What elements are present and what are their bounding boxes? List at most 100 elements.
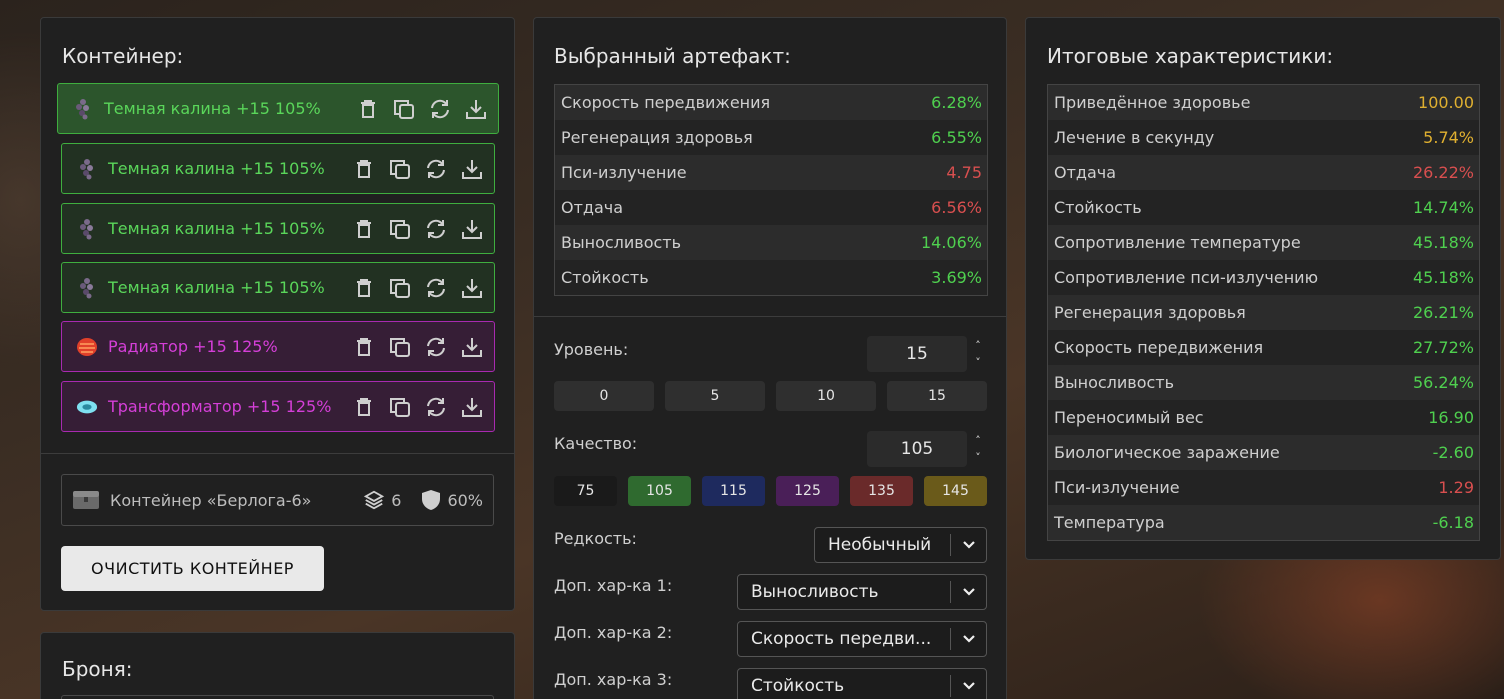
refresh-icon[interactable] bbox=[428, 97, 452, 121]
container-chest-icon bbox=[72, 489, 100, 511]
stat-row: Переносимый вес 16.90 bbox=[1048, 400, 1479, 435]
container-item-name: Трансформатор +15 125% bbox=[108, 397, 332, 416]
stat-label: Сопротивление температуре bbox=[1054, 233, 1301, 252]
stat-label: Температура bbox=[1054, 513, 1165, 532]
quality-input[interactable]: 105 bbox=[867, 431, 967, 467]
extra3-select[interactable]: Стойкость bbox=[737, 668, 987, 699]
stat-label: Выносливость bbox=[561, 233, 682, 252]
stat-row: Сопротивление пси-излучению 45.18% bbox=[1048, 260, 1479, 295]
extra2-select[interactable]: Скорость передви... bbox=[737, 621, 987, 657]
chevron-down-icon[interactable] bbox=[950, 534, 986, 556]
level-preset-button[interactable]: 15 bbox=[887, 381, 987, 411]
chevron-down-icon[interactable]: ˅ bbox=[975, 356, 981, 369]
quality-preset-button[interactable]: 135 bbox=[850, 476, 913, 506]
container-selector[interactable]: Контейнер «Берлога-6» 6 60% bbox=[61, 474, 494, 526]
container-item[interactable]: Темная калина +15 105% bbox=[61, 203, 495, 254]
download-icon[interactable] bbox=[460, 217, 484, 241]
refresh-icon[interactable] bbox=[424, 157, 448, 181]
chevron-down-icon[interactable] bbox=[950, 581, 986, 603]
item-actions bbox=[356, 97, 488, 121]
container-item[interactable]: Радиатор +15 125% bbox=[61, 321, 495, 372]
stat-row: Скорость передвижения 6.28% bbox=[555, 85, 987, 120]
stat-value: 3.69% bbox=[931, 268, 982, 287]
clear-container-button[interactable]: ОЧИСТИТЬ КОНТЕЙНЕР bbox=[61, 546, 324, 591]
copy-icon[interactable] bbox=[388, 217, 412, 241]
stat-label: Отдача bbox=[561, 198, 624, 217]
stat-label: Сопротивление пси-излучению bbox=[1054, 268, 1319, 287]
container-item[interactable]: Темная калина +15 105% bbox=[61, 143, 495, 194]
extra1-select[interactable]: Выносливость bbox=[737, 574, 987, 610]
chevron-down-icon[interactable]: ˅ bbox=[975, 451, 981, 464]
chevron-down-icon[interactable] bbox=[950, 675, 986, 697]
chevron-up-icon[interactable]: ˄ bbox=[975, 434, 981, 447]
refresh-icon[interactable] bbox=[424, 395, 448, 419]
container-item[interactable]: Темная калина +15 105% bbox=[61, 262, 495, 313]
quality-preset-button[interactable]: 105 bbox=[628, 476, 691, 506]
quality-preset-button[interactable]: 125 bbox=[776, 476, 839, 506]
quality-preset-button[interactable]: 75 bbox=[554, 476, 617, 506]
container-item-name: Темная калина +15 105% bbox=[108, 159, 325, 178]
chevron-down-icon[interactable] bbox=[950, 628, 986, 650]
stat-row: Выносливость 14.06% bbox=[555, 225, 987, 260]
container-item[interactable]: Трансформатор +15 125% bbox=[61, 381, 495, 432]
container-item[interactable]: Темная калина +15 105% bbox=[57, 83, 499, 134]
rarity-select[interactable]: Необычный bbox=[814, 527, 987, 563]
level-label: Уровень: bbox=[554, 340, 629, 359]
trash-icon[interactable] bbox=[352, 276, 376, 300]
download-icon[interactable] bbox=[464, 97, 488, 121]
level-preset-button[interactable]: 10 bbox=[776, 381, 876, 411]
copy-icon[interactable] bbox=[388, 276, 412, 300]
stat-value: 27.72% bbox=[1412, 338, 1474, 357]
stat-value: 56.24% bbox=[1412, 373, 1474, 392]
stat-value: 4.75 bbox=[946, 163, 982, 182]
refresh-icon[interactable] bbox=[424, 276, 448, 300]
stat-row: Стойкость 3.69% bbox=[555, 260, 987, 295]
copy-icon[interactable] bbox=[392, 97, 416, 121]
transformer-artifact-icon bbox=[76, 396, 98, 418]
trash-icon[interactable] bbox=[352, 335, 376, 359]
rarity-label: Редкость: bbox=[554, 529, 637, 548]
artifact-stats-table: Скорость передвижения 6.28% Регенерация зд… bbox=[554, 84, 988, 296]
stat-row: Регенерация здоровья 26.21% bbox=[1048, 295, 1479, 330]
protection-value: 60% bbox=[447, 490, 483, 510]
rarity-value: Необычный bbox=[828, 535, 932, 555]
refresh-icon[interactable] bbox=[424, 335, 448, 359]
stat-label: Регенерация здоровья bbox=[1054, 303, 1246, 322]
trash-icon[interactable] bbox=[352, 157, 376, 181]
stat-row: Лечение в секунду 5.74% bbox=[1048, 120, 1479, 155]
trash-icon[interactable] bbox=[356, 97, 380, 121]
artifact-panel: Выбранный артефакт: Скорость передвижени… bbox=[533, 17, 1007, 699]
download-icon[interactable] bbox=[460, 276, 484, 300]
stat-label: Скорость передвижения bbox=[561, 93, 771, 112]
level-stepper[interactable]: ˄ ˅ bbox=[971, 339, 985, 369]
copy-icon[interactable] bbox=[388, 335, 412, 359]
download-icon[interactable] bbox=[460, 395, 484, 419]
download-icon[interactable] bbox=[460, 157, 484, 181]
container-item-name: Темная калина +15 105% bbox=[108, 278, 325, 297]
armor-selector[interactable] bbox=[61, 695, 494, 699]
trash-icon[interactable] bbox=[352, 217, 376, 241]
totals-panel: Итоговые характеристики: Приведённое здо… bbox=[1025, 17, 1501, 560]
level-preset-button[interactable]: 5 bbox=[665, 381, 765, 411]
refresh-icon[interactable] bbox=[424, 217, 448, 241]
berry-artifact-icon bbox=[76, 158, 98, 180]
shield-icon bbox=[421, 489, 441, 511]
armor-panel: Броня: bbox=[40, 632, 515, 699]
copy-icon[interactable] bbox=[388, 395, 412, 419]
stat-row: Регенерация здоровья 6.55% bbox=[555, 120, 987, 155]
quality-stepper[interactable]: ˄ ˅ bbox=[971, 434, 985, 464]
quality-preset-button[interactable]: 145 bbox=[924, 476, 987, 506]
stat-row: Скорость передвижения 27.72% bbox=[1048, 330, 1479, 365]
stat-value: 100.00 bbox=[1418, 93, 1474, 112]
trash-icon[interactable] bbox=[352, 395, 376, 419]
chevron-up-icon[interactable]: ˄ bbox=[975, 339, 981, 352]
slots-count: 6 bbox=[391, 490, 402, 510]
quality-preset-button[interactable]: 115 bbox=[702, 476, 765, 506]
download-icon[interactable] bbox=[460, 335, 484, 359]
level-preset-button[interactable]: 0 bbox=[554, 381, 654, 411]
level-input[interactable]: 15 bbox=[867, 336, 967, 372]
divider bbox=[41, 453, 514, 454]
stat-label: Выносливость bbox=[1054, 373, 1175, 392]
item-actions bbox=[352, 395, 484, 419]
copy-icon[interactable] bbox=[388, 157, 412, 181]
